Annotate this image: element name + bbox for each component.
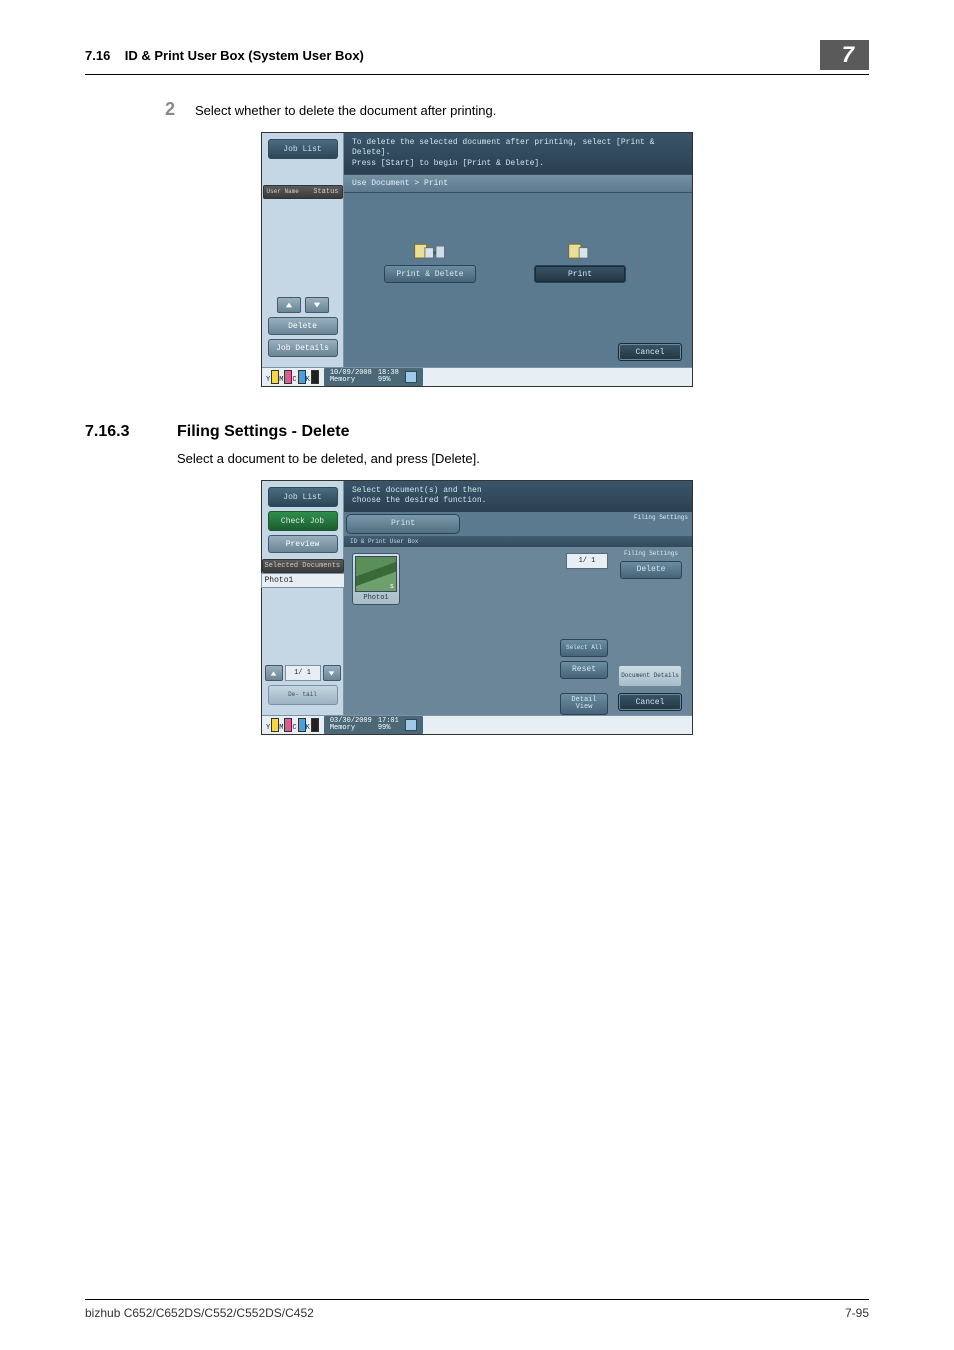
breadcrumb: Use Document > Print [344,174,692,193]
thumbnail-image [355,556,397,592]
step-text: Select whether to delete the document af… [195,103,496,118]
header-section-title: ID & Print User Box (System User Box) [125,48,364,63]
content-pager: 1/ 1 [566,553,608,569]
thumbnail-label: Photo1 [363,594,388,602]
status-memory-val-2: 99% [378,725,399,732]
message-2: Select document(s) and then choose the d… [352,486,502,507]
print-delete-icon [413,239,447,265]
footer-page: 7-95 [845,1306,869,1320]
document-thumbnail[interactable]: Photo1 [352,553,400,605]
section-title: Filing Settings - Delete [177,423,349,441]
section-number: 7.16.3 [85,423,157,441]
toner-k-label: K [306,376,310,384]
filing-settings-label: Filing Settings [620,551,682,557]
status-memory-label-2: Memory [330,725,372,732]
step-2-row: 2 Select whether to delete the document … [157,99,869,120]
memory-icon-2 [405,719,417,731]
memory-icon [405,371,417,383]
header-section-num: 7.16 [85,48,110,63]
section-7-16-3-heading: 7.16.3 Filing Settings - Delete [85,423,869,441]
cancel-button[interactable]: Cancel [618,343,682,361]
toner-m-label: M [279,376,283,384]
preview-button[interactable]: Preview [268,535,338,553]
status-memory-label: Memory [330,377,372,384]
chapter-badge: 7 [820,40,869,70]
side-pager: 1/ 1 [285,665,321,681]
print-and-delete-button[interactable]: Print & Delete [384,265,476,283]
printer-panel-1: Job List User Name Status [261,132,693,387]
detail-view-button[interactable]: Detail View [560,693,608,715]
status-bar-2: Y M C K 03/30/2009 Memory 17:01 99% [262,715,692,734]
arrow-down-button-2[interactable] [323,665,341,681]
check-job-button[interactable]: Check Job [268,511,338,531]
print-tab[interactable]: Print [346,514,460,534]
col-status: Status [313,188,338,196]
select-all-button[interactable]: Select All [560,639,608,657]
job-details-button[interactable]: Job Details [268,339,338,357]
job-list-button[interactable]: Job List [268,139,338,159]
page-footer: bizhub C652/C652DS/C552/C552DS/C452 7-95 [85,1299,869,1320]
status-memory-val: 99% [378,377,399,384]
section-body: Select a document to be deleted, and pre… [177,451,869,466]
status-bar: Y M C K 10/09/2008 Memory 18:38 99% [262,367,692,386]
job-list-button-2[interactable]: Job List [268,487,338,507]
subtab-label: ID & Print User Box [344,536,692,547]
printer-panel-2: Job List Check Job Preview Selected Docu… [261,480,693,735]
cancel-button-2[interactable]: Cancel [618,693,682,711]
print-button[interactable]: Print [534,265,626,283]
selected-doc-item[interactable]: Photo1 [261,573,345,588]
message-area: To delete the selected document after pr… [344,133,692,174]
message-area-2: Select document(s) and then choose the d… [344,481,692,512]
toner-c-label: C [292,376,296,384]
message-line-1: To delete the selected document after pr… [352,138,684,159]
col-user-name: User Name [267,188,299,196]
delete-button-2[interactable]: Delete [620,561,682,579]
filing-settings-tab[interactable]: Filing Settings [630,512,692,536]
selected-documents-header: Selected Documents [262,559,344,573]
delete-button[interactable]: Delete [268,317,338,335]
footer-model: bizhub C652/C652DS/C552/C552DS/C452 [85,1306,314,1320]
arrow-down-button[interactable] [305,297,329,313]
message-line-2: Press [Start] to begin [Print & Delete]. [352,159,684,169]
print-icon [567,239,593,265]
arrow-up-button[interactable] [277,297,301,313]
document-details-button[interactable]: Document Details [618,665,682,687]
list-header: User Name Status [263,185,343,199]
arrow-up-button-2[interactable] [265,665,283,681]
toner-y-label: Y [266,376,270,384]
reset-button[interactable]: Reset [560,661,608,679]
step-number: 2 [157,99,175,120]
page-header: 7.16 ID & Print User Box (System User Bo… [85,40,869,75]
detail-tab[interactable]: De- tail [268,685,338,705]
